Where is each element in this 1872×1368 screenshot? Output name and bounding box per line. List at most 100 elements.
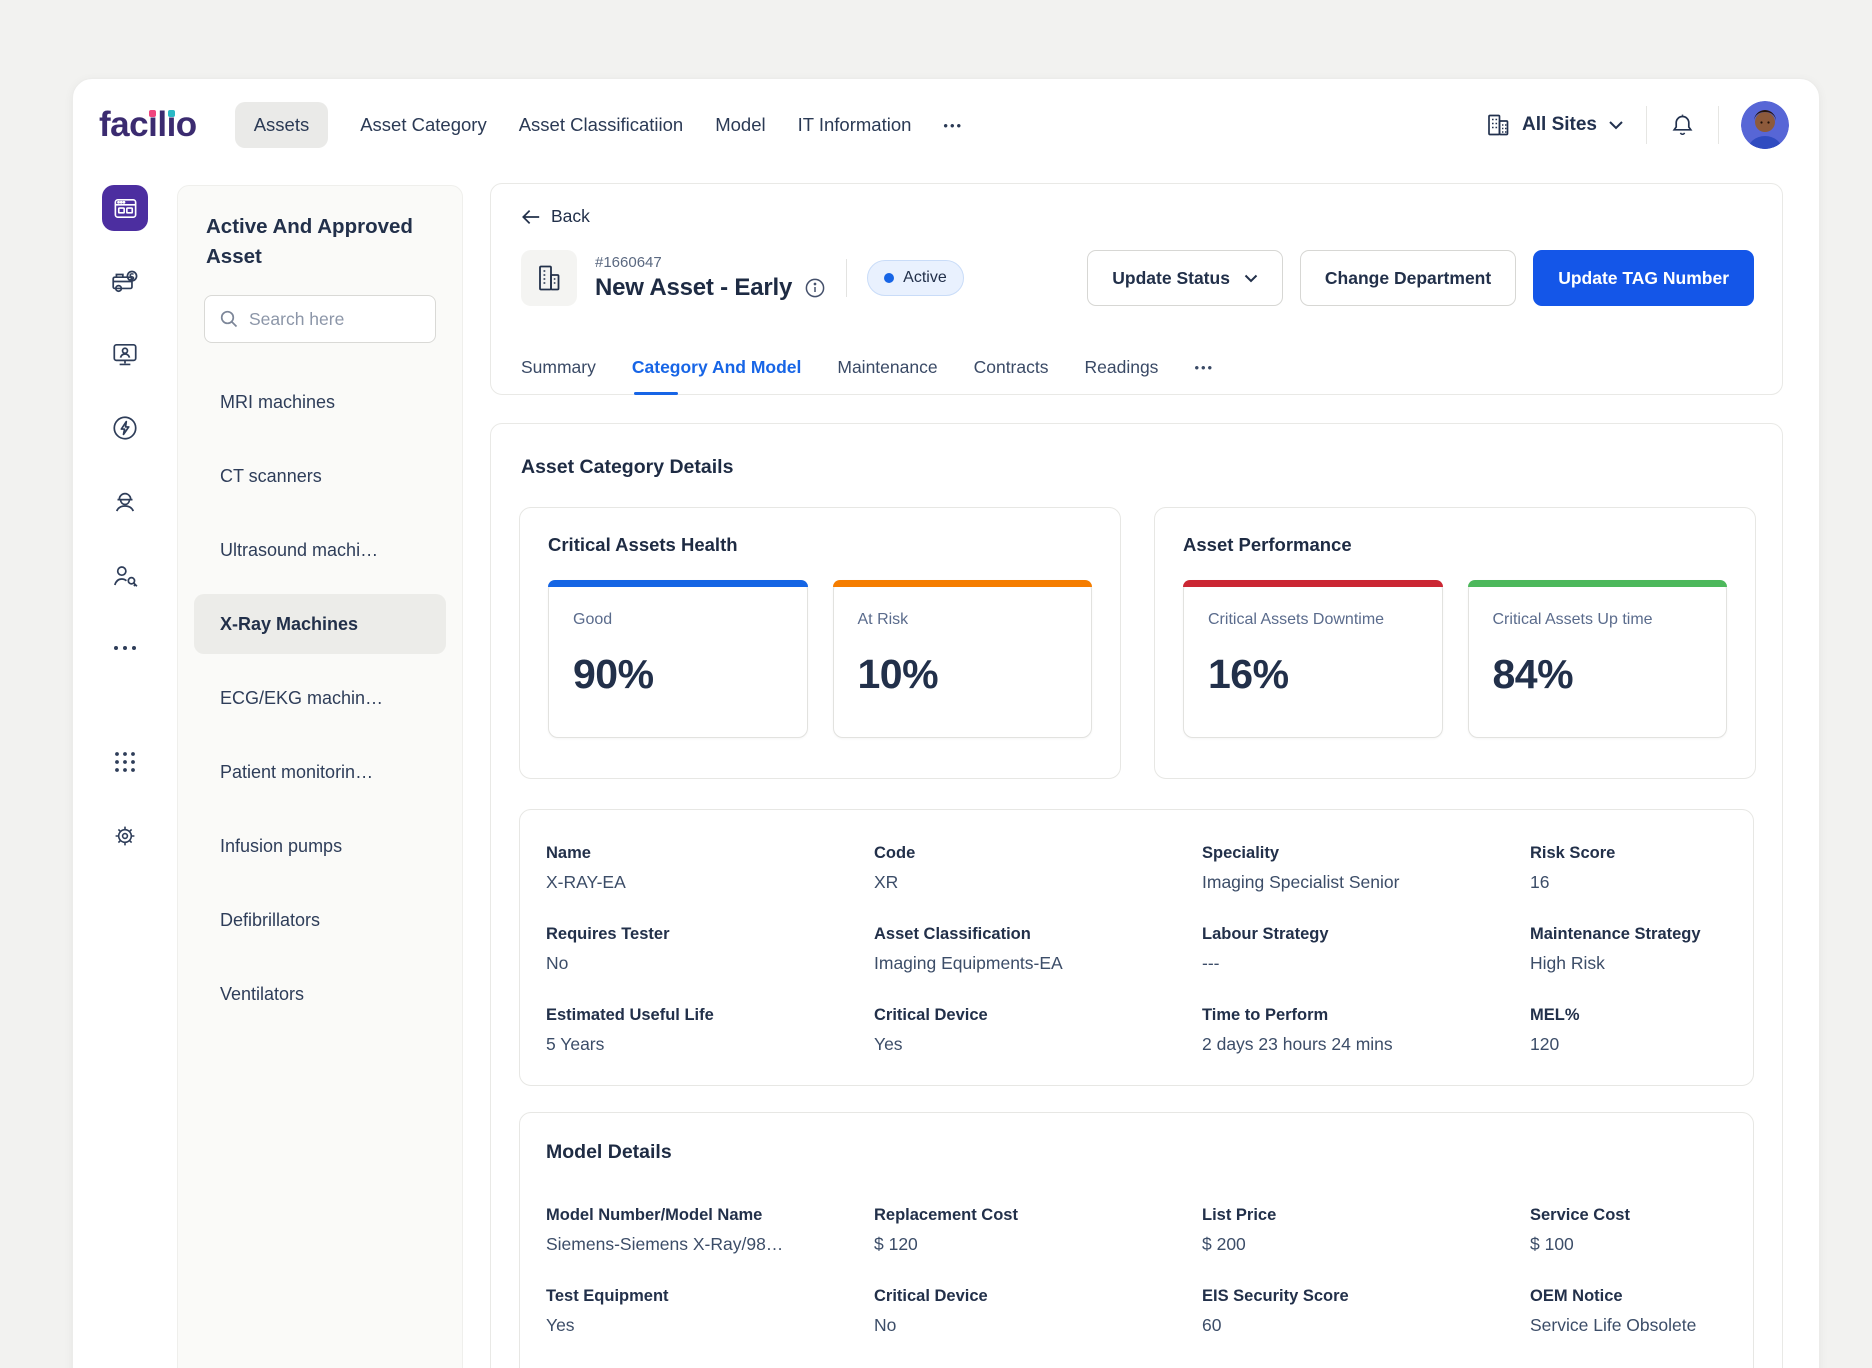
field-eis-security-score: EIS Security Score60 xyxy=(1202,1287,1530,1336)
rail-asset-cost[interactable] xyxy=(110,267,140,297)
tile-value: 90% xyxy=(573,651,807,698)
sidebar-title: Active And Approved Asset xyxy=(178,186,462,271)
icon-rail xyxy=(73,79,177,1368)
category-item-infusion[interactable]: Infusion pumps xyxy=(178,809,462,883)
nav-assets[interactable]: Assets xyxy=(235,102,329,148)
field-name: NameX-RAY-EA xyxy=(546,844,874,893)
page-title: New Asset - Early xyxy=(595,274,792,302)
info-icon[interactable] xyxy=(804,277,826,299)
field-code: CodeXR xyxy=(874,844,1202,893)
notifications-bell-icon[interactable] xyxy=(1669,112,1696,139)
field-critical-device: Critical DeviceYes xyxy=(874,1006,1202,1055)
tile-accent-bar xyxy=(1183,580,1443,587)
tab-maintenance[interactable]: Maintenance xyxy=(837,340,937,394)
change-department-button[interactable]: Change Department xyxy=(1300,250,1516,306)
nav-asset-classification[interactable]: Asset Classificatiion xyxy=(519,114,684,136)
field-mel: MEL%120 xyxy=(1530,1006,1743,1055)
technician-helmet-icon xyxy=(110,487,140,517)
site-selector-label: All Sites xyxy=(1522,114,1597,136)
tab-category-and-model[interactable]: Category And Model xyxy=(632,340,802,394)
kiosk-person-icon xyxy=(110,340,140,370)
category-item-patient-monitoring[interactable]: Patient monitorin… xyxy=(178,735,462,809)
field-list-price: List Price$ 200 xyxy=(1202,1206,1530,1255)
model-details-card: Model Details Model Number/Model NameSie… xyxy=(519,1112,1754,1368)
field-risk-score: Risk Score16 xyxy=(1530,844,1743,893)
back-arrow-icon xyxy=(521,208,541,226)
user-avatar[interactable] xyxy=(1741,101,1789,149)
field-asset-classification: Asset ClassificationImaging Equipments-E… xyxy=(874,925,1202,974)
category-sidebar: Active And Approved Asset MRI machines C… xyxy=(177,185,463,1368)
header-actions: Update Status Change Department Update T… xyxy=(1087,250,1754,306)
rail-dashboard-active[interactable] xyxy=(102,185,148,231)
tab-contracts[interactable]: Contracts xyxy=(974,340,1049,394)
sidebar-search[interactable] xyxy=(204,295,436,343)
metric-tile-uptime: Critical Assets Up time 84% xyxy=(1468,580,1728,738)
tabs-more-button[interactable]: ••• xyxy=(1194,340,1214,394)
rail-energy[interactable] xyxy=(110,413,140,443)
field-time-to-perform: Time to Perform2 days 23 hours 24 mins xyxy=(1202,1006,1530,1055)
metric-row: Critical Assets Health Good 90% At Risk … xyxy=(491,479,1782,779)
status-dot-icon xyxy=(884,273,894,283)
update-tag-number-button[interactable]: Update TAG Number xyxy=(1533,250,1754,306)
status-badge: Active xyxy=(867,260,964,296)
ellipsis-icon xyxy=(112,644,138,652)
category-item-ultrasound[interactable]: Ultrasound machi… xyxy=(178,513,462,587)
critical-assets-health-panel: Critical Assets Health Good 90% At Risk … xyxy=(519,507,1121,779)
apps-grid-icon xyxy=(112,749,138,775)
rail-settings[interactable] xyxy=(111,822,139,850)
category-item-ventilators[interactable]: Ventilators xyxy=(178,957,462,1031)
category-item-ecg[interactable]: ECG/EKG machin… xyxy=(178,661,462,735)
building-icon xyxy=(1485,112,1511,138)
category-item-xray-selected[interactable]: X-Ray Machines xyxy=(194,594,446,654)
update-status-label: Update Status xyxy=(1112,268,1230,289)
field-replacement-cost: Replacement Cost$ 120 xyxy=(874,1206,1202,1255)
back-button[interactable]: Back xyxy=(521,206,590,227)
nav-it-information[interactable]: IT Information xyxy=(798,114,912,136)
rail-apps[interactable] xyxy=(112,749,138,775)
asset-cost-icon xyxy=(110,267,140,297)
status-label: Active xyxy=(903,269,947,287)
tab-summary[interactable]: Summary xyxy=(521,340,596,394)
rail-more[interactable] xyxy=(112,644,138,652)
rail-vendor[interactable] xyxy=(110,562,140,592)
tile-value: 84% xyxy=(1493,651,1727,698)
rail-kiosk[interactable] xyxy=(110,340,140,370)
nav-asset-category[interactable]: Asset Category xyxy=(360,114,486,136)
category-item-ct[interactable]: CT scanners xyxy=(178,439,462,513)
tile-value: 10% xyxy=(858,651,1092,698)
dashboard-icon xyxy=(102,185,148,231)
nav-more-button[interactable]: ••• xyxy=(943,118,963,133)
field-labour-strategy: Labour Strategy--- xyxy=(1202,925,1530,974)
rail-technician[interactable] xyxy=(110,487,140,517)
tile-accent-bar xyxy=(548,580,808,587)
main-content: Back #1660647 New Asset - Early xyxy=(490,183,1783,1368)
asset-performance-panel: Asset Performance Critical Assets Downti… xyxy=(1154,507,1756,779)
asset-building-icon xyxy=(521,250,577,306)
tile-label: Critical Assets Up time xyxy=(1493,611,1727,629)
tab-readings[interactable]: Readings xyxy=(1084,340,1158,394)
field-requires-tester: Requires TesterNo xyxy=(546,925,874,974)
category-item-mri[interactable]: MRI machines xyxy=(178,365,462,439)
update-status-button[interactable]: Update Status xyxy=(1087,250,1283,306)
tile-label: Critical Assets Downtime xyxy=(1208,611,1442,629)
field-test-equipment: Test EquipmentYes xyxy=(546,1287,874,1336)
topbar-divider xyxy=(1718,106,1719,144)
search-input[interactable] xyxy=(249,309,474,330)
gear-icon xyxy=(111,822,139,850)
metric-tile-downtime: Critical Assets Downtime 16% xyxy=(1183,580,1443,738)
panel-title: Critical Assets Health xyxy=(548,534,1092,556)
tile-value: 16% xyxy=(1208,651,1442,698)
category-item-defibrillators[interactable]: Defibrillators xyxy=(178,883,462,957)
tile-label: At Risk xyxy=(858,611,1092,629)
asset-title-block: #1660647 New Asset - Early xyxy=(595,254,826,302)
top-navigation: Assets Asset Category Asset Classificati… xyxy=(235,102,963,148)
topbar: facilio Assets Asset Category Asset Clas… xyxy=(73,79,1819,171)
topbar-right: All Sites xyxy=(1485,101,1819,149)
site-selector[interactable]: All Sites xyxy=(1485,112,1624,138)
update-tag-label: Update TAG Number xyxy=(1558,268,1729,289)
section-title: Asset Category Details xyxy=(491,424,1782,479)
metric-tile-good: Good 90% xyxy=(548,580,808,738)
nav-model[interactable]: Model xyxy=(715,114,765,136)
field-model-critical-device: Critical DeviceNo xyxy=(874,1287,1202,1336)
category-details-card: Asset Category Details Critical Assets H… xyxy=(490,423,1783,1368)
